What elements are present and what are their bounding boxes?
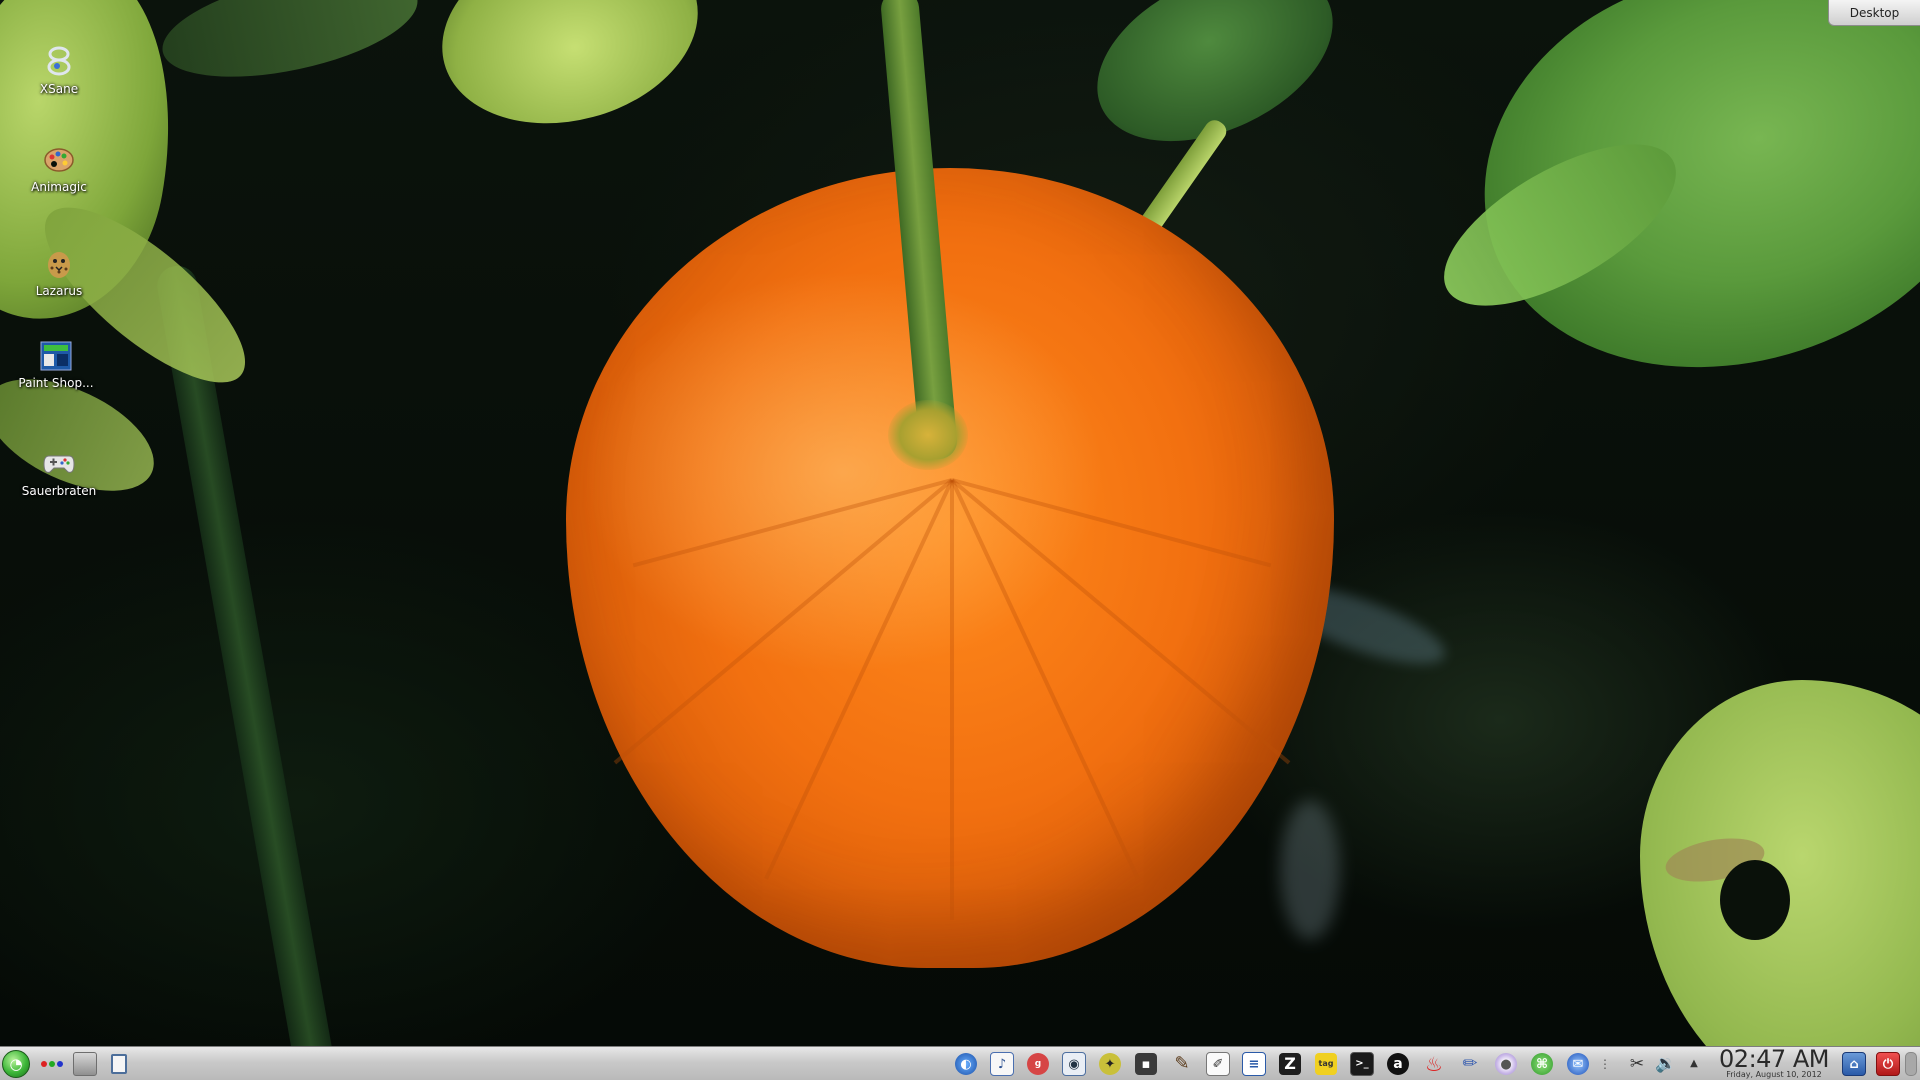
home-button[interactable]: ⌂ bbox=[1840, 1051, 1868, 1077]
dot-icon bbox=[41, 1061, 47, 1067]
scanner-icon bbox=[41, 44, 77, 80]
gnip-icon: g bbox=[1027, 1053, 1049, 1075]
keyboard-icon: ⋮ bbox=[1599, 1057, 1611, 1071]
desktop-icon-animagic[interactable]: Animagic bbox=[13, 142, 105, 194]
volume-button[interactable]: 🔉 bbox=[1654, 1051, 1678, 1077]
easytag-icon: tag bbox=[1315, 1053, 1337, 1075]
gnip-launcher[interactable]: g bbox=[1024, 1051, 1052, 1077]
network-launcher[interactable]: ⌘ bbox=[1528, 1051, 1556, 1077]
clock-widget[interactable]: 02:47 AM Friday, August 10, 2012 bbox=[1712, 1045, 1836, 1080]
taskbar: ◔ ◐ ♪ g ◉ ✦ ▪ ✎ ✐ ≡ Z tag >_ a ♨ ✏ ● ⌘ ✉… bbox=[0, 1046, 1920, 1080]
save-icon: ▪ bbox=[1135, 1053, 1157, 1075]
start-orb-icon: ◔ bbox=[2, 1050, 30, 1078]
desktop-icon-label: Animagic bbox=[31, 180, 87, 194]
desktop-icon-xsane[interactable]: XSane bbox=[13, 44, 105, 96]
terminal-icon: >_ bbox=[1350, 1052, 1374, 1076]
thunderbird-icon: ✉ bbox=[1567, 1053, 1589, 1075]
disc-burner-launcher[interactable]: ● bbox=[1492, 1051, 1520, 1077]
a-launcher[interactable]: a bbox=[1384, 1051, 1412, 1077]
wallpaper-stem bbox=[154, 262, 336, 1046]
pencil-launcher[interactable]: ✏ bbox=[1456, 1051, 1484, 1077]
a-icon: a bbox=[1387, 1053, 1409, 1075]
network-icon: ⌘ bbox=[1531, 1053, 1553, 1075]
film-icon: ✦ bbox=[1099, 1053, 1121, 1075]
home-icon: ⌂ bbox=[1842, 1052, 1866, 1076]
text-editor-launcher[interactable]: ✐ bbox=[1204, 1051, 1232, 1077]
desktop-wallpaper bbox=[0, 0, 1920, 1046]
desktop-icon-label: Sauerbraten bbox=[21, 484, 97, 498]
screenshot-launcher[interactable]: ◉ bbox=[1060, 1051, 1088, 1077]
show-desktop-button[interactable]: Desktop bbox=[1828, 0, 1920, 26]
clock-date: Friday, August 10, 2012 bbox=[1726, 1070, 1822, 1079]
file-drawer-button[interactable] bbox=[72, 1050, 98, 1078]
wallpaper-leaf-hole bbox=[1720, 860, 1790, 940]
keyboard-indicator[interactable]: ⋮ bbox=[1596, 1051, 1614, 1077]
browser-icon: ◐ bbox=[955, 1053, 977, 1075]
dot-icon bbox=[49, 1061, 55, 1067]
expand-tray-button[interactable]: ▲ bbox=[1686, 1051, 1702, 1077]
clipboard-icon bbox=[111, 1054, 127, 1074]
clipboard-button[interactable] bbox=[106, 1050, 132, 1078]
activity-switcher-button[interactable] bbox=[38, 1050, 66, 1078]
palette-icon bbox=[41, 142, 77, 178]
notes-icon: ♪ bbox=[990, 1052, 1014, 1076]
flame-launcher[interactable]: ♨ bbox=[1420, 1051, 1448, 1077]
clipper-button[interactable]: ✂ bbox=[1626, 1051, 1648, 1077]
desktop-icon-label: XSane bbox=[39, 82, 79, 96]
wallpaper-leaf bbox=[153, 0, 427, 97]
zim-launcher[interactable]: Z bbox=[1276, 1051, 1304, 1077]
desktop-icon-lazarus[interactable]: Lazarus bbox=[13, 246, 105, 298]
volume-icon: 🔉 bbox=[1655, 1053, 1677, 1074]
paint-shop-icon bbox=[38, 338, 74, 374]
zim-icon: Z bbox=[1279, 1053, 1301, 1075]
power-button[interactable]: ⏻ bbox=[1874, 1051, 1902, 1077]
desktop-icon-paint-shop[interactable]: Paint Shop... bbox=[10, 338, 102, 390]
drawer-icon bbox=[73, 1052, 97, 1076]
handle-icon bbox=[1905, 1052, 1917, 1076]
save-launcher[interactable]: ▪ bbox=[1132, 1051, 1160, 1077]
panel-handle[interactable] bbox=[1904, 1051, 1918, 1077]
scissors-icon: ✂ bbox=[1629, 1053, 1645, 1074]
dot-icon bbox=[57, 1061, 63, 1067]
wallpaper-stem-base bbox=[888, 400, 968, 470]
browser-launcher[interactable]: ◐ bbox=[952, 1051, 980, 1077]
brush-icon: ✎ bbox=[1174, 1053, 1190, 1074]
expand-arrow-icon: ▲ bbox=[1690, 1058, 1698, 1069]
easytag-launcher[interactable]: tag bbox=[1312, 1051, 1340, 1077]
document-icon: ≡ bbox=[1242, 1052, 1266, 1076]
clock-time: 02:47 AM bbox=[1719, 1045, 1829, 1073]
wallpaper-lantern-rib bbox=[950, 480, 954, 920]
thunderbird-launcher[interactable]: ✉ bbox=[1564, 1051, 1592, 1077]
power-icon: ⏻ bbox=[1876, 1052, 1900, 1076]
notes-launcher[interactable]: ♪ bbox=[988, 1051, 1016, 1077]
desktop-icon-sauerbraten[interactable]: Sauerbraten bbox=[13, 446, 105, 498]
desktop-icon-label: Lazarus bbox=[35, 284, 83, 298]
wallpaper-blur bbox=[1280, 800, 1340, 940]
brush-launcher[interactable]: ✎ bbox=[1168, 1051, 1196, 1077]
desktop-icon-label: Paint Shop... bbox=[18, 376, 94, 390]
disc-burner-icon: ● bbox=[1495, 1053, 1517, 1075]
start-menu-button[interactable]: ◔ bbox=[1, 1050, 31, 1078]
text-editor-icon: ✐ bbox=[1206, 1052, 1230, 1076]
film-launcher[interactable]: ✦ bbox=[1096, 1051, 1124, 1077]
cheetah-icon bbox=[41, 246, 77, 282]
pencil-icon: ✏ bbox=[1462, 1053, 1478, 1074]
terminal-launcher[interactable]: >_ bbox=[1348, 1051, 1376, 1077]
gamepad-icon bbox=[41, 446, 77, 482]
show-desktop-label: Desktop bbox=[1849, 5, 1900, 20]
wallpaper-leaf bbox=[421, 0, 719, 151]
flame-icon: ♨ bbox=[1425, 1052, 1443, 1076]
document-launcher[interactable]: ≡ bbox=[1240, 1051, 1268, 1077]
screenshot-icon: ◉ bbox=[1062, 1052, 1086, 1076]
